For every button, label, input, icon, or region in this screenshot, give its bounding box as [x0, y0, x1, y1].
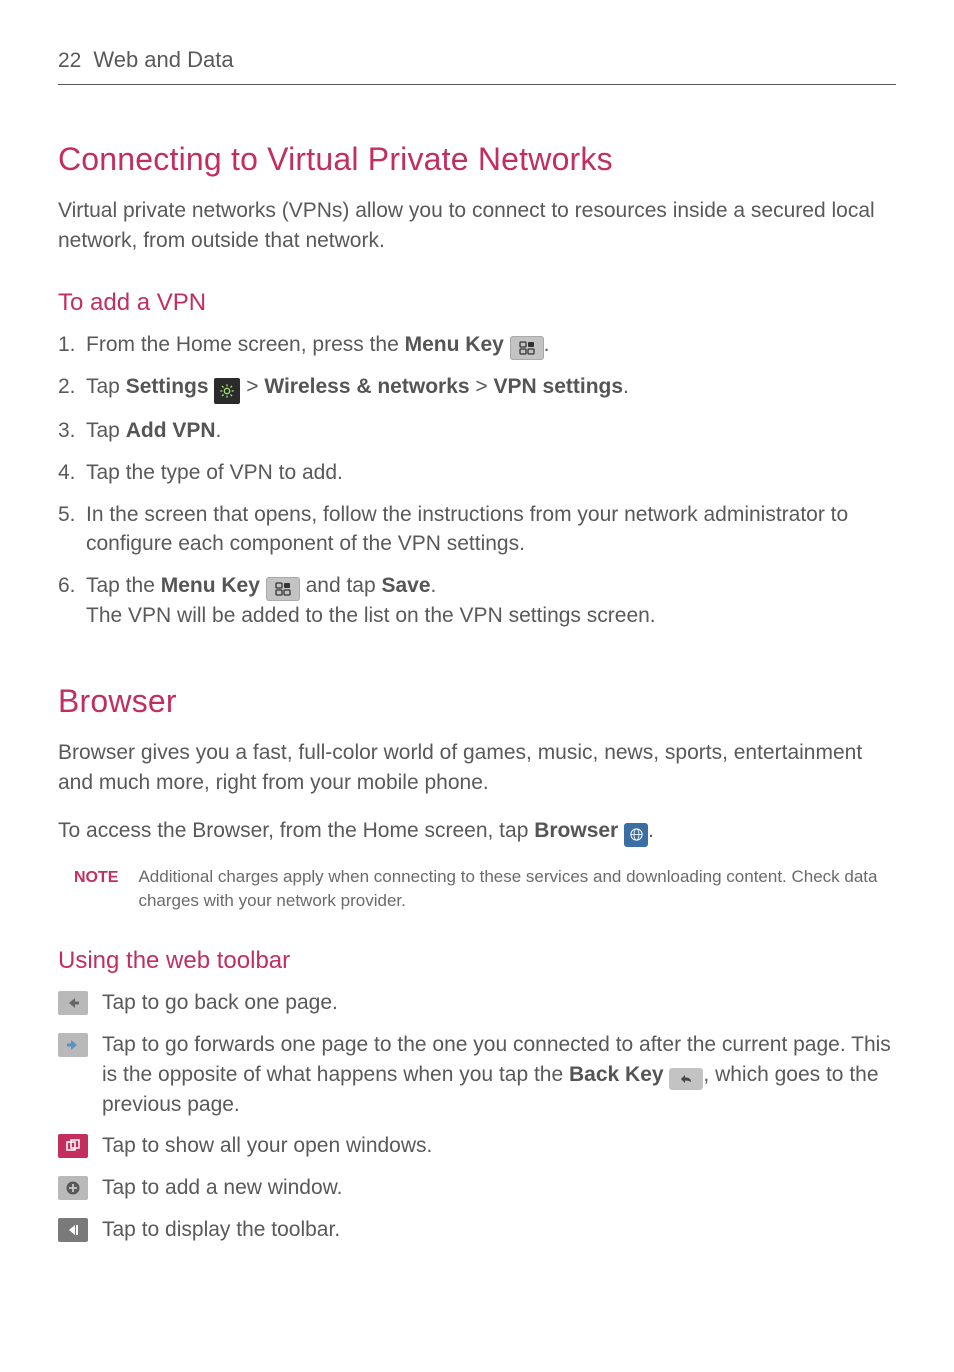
browser-icon	[624, 823, 648, 847]
toolbar-list: Tap to go back one page. Tap to go forwa…	[58, 988, 896, 1245]
step-number: 1.	[58, 330, 86, 360]
add-window-icon	[58, 1176, 88, 1200]
toolbar-text: Tap to show all your open windows.	[102, 1131, 432, 1161]
step-1: 1. From the Home screen, press the Menu …	[58, 330, 896, 360]
toolbar-item-back: Tap to go back one page.	[58, 988, 896, 1018]
step-6: 6. Tap the Menu Key and tap Save. The VP…	[58, 571, 896, 631]
step-text: Tap Add VPN.	[86, 416, 896, 446]
toolbar-text: Tap to display the toolbar.	[102, 1215, 340, 1245]
note: NOTE Additional charges apply when conne…	[74, 865, 896, 914]
heading-vpn: Connecting to Virtual Private Networks	[58, 137, 896, 182]
forward-arrow-icon	[58, 1033, 88, 1057]
heading-add-vpn: To add a VPN	[58, 286, 896, 320]
step-number: 6.	[58, 571, 86, 631]
menu-key-icon	[266, 577, 300, 601]
heading-browser: Browser	[58, 679, 896, 724]
back-arrow-icon	[58, 991, 88, 1015]
toolbar-item-add-window: Tap to add a new window.	[58, 1173, 896, 1203]
step-text: Tap the type of VPN to add.	[86, 458, 896, 488]
section-name: Web and Data	[93, 44, 233, 75]
settings-icon	[214, 378, 240, 404]
step-text: Tap the Menu Key and tap Save. The VPN w…	[86, 571, 896, 631]
toolbar-text: Tap to go back one page.	[102, 988, 338, 1018]
step-number: 3.	[58, 416, 86, 446]
note-text: Additional charges apply when connecting…	[138, 865, 896, 914]
step-number: 2.	[58, 372, 86, 404]
header-rule	[58, 84, 896, 85]
step-2: 2. Tap Settings > Wireless & networks > …	[58, 372, 896, 404]
step-5: 5. In the screen that opens, follow the …	[58, 500, 896, 560]
page-number: 22	[58, 46, 81, 76]
menu-key-icon	[510, 336, 544, 360]
heading-toolbar: Using the web toolbar	[58, 944, 896, 978]
back-key-icon	[669, 1068, 703, 1090]
vpn-intro: Virtual private networks (VPNs) allow yo…	[58, 196, 896, 256]
toolbar-text: Tap to add a new window.	[102, 1173, 343, 1203]
note-label: NOTE	[74, 865, 118, 914]
step-4: 4. Tap the type of VPN to add.	[58, 458, 896, 488]
vpn-steps: 1. From the Home screen, press the Menu …	[58, 330, 896, 631]
toolbar-item-forward: Tap to go forwards one page to the one y…	[58, 1030, 896, 1120]
toolbar-item-display-toolbar: Tap to display the toolbar.	[58, 1215, 896, 1245]
step-3: 3. Tap Add VPN.	[58, 416, 896, 446]
browser-intro: Browser gives you a fast, full-color wor…	[58, 738, 896, 798]
toolbar-item-windows: Tap to show all your open windows.	[58, 1131, 896, 1161]
step-number: 4.	[58, 458, 86, 488]
windows-icon	[58, 1134, 88, 1158]
page-header: 22 Web and Data	[58, 44, 896, 76]
step-number: 5.	[58, 500, 86, 560]
toolbar-text: Tap to go forwards one page to the one y…	[102, 1030, 896, 1120]
step-text: From the Home screen, press the Menu Key…	[86, 330, 896, 360]
browser-access: To access the Browser, from the Home scr…	[58, 816, 896, 847]
display-toolbar-icon	[58, 1218, 88, 1242]
step-text: In the screen that opens, follow the ins…	[86, 500, 896, 560]
step-text: Tap Settings > Wireless & networks > VPN…	[86, 372, 896, 404]
